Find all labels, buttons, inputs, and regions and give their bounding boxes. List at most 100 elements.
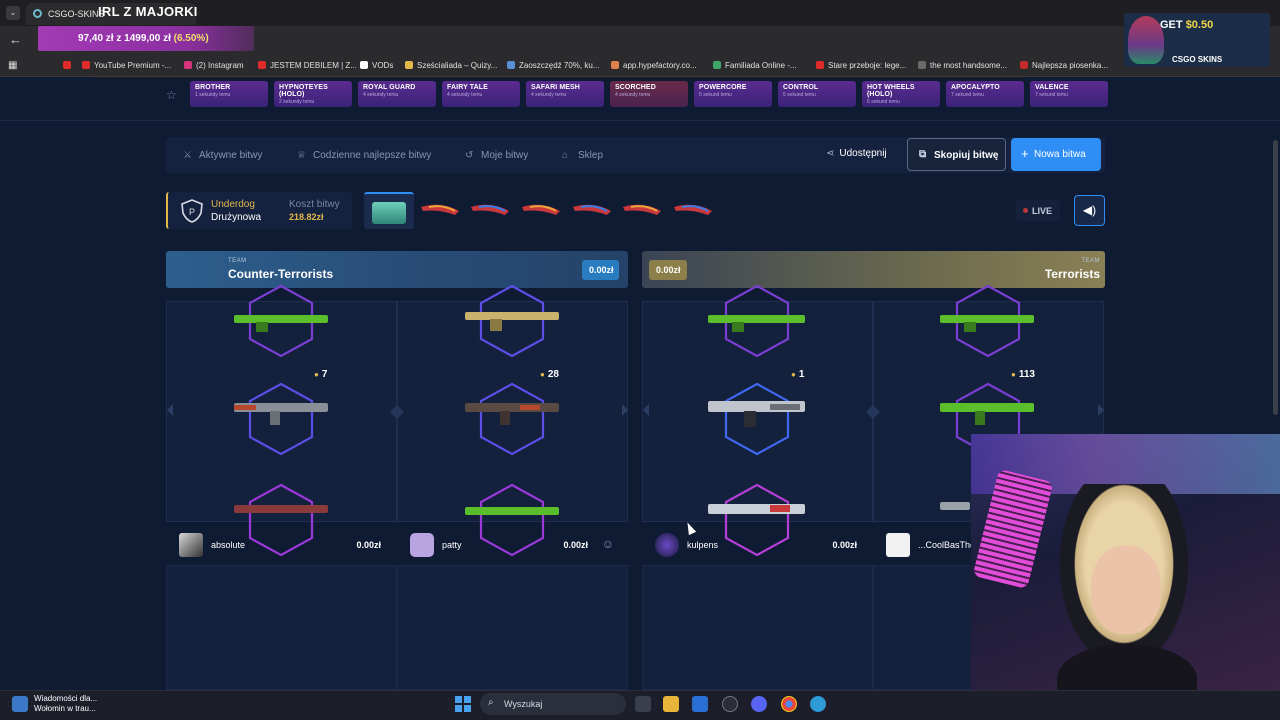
spinner-column bbox=[166, 301, 397, 522]
case-selected[interactable] bbox=[364, 192, 414, 229]
news-widget[interactable]: Wiadomości dla... Wołomin w trau... bbox=[34, 694, 97, 714]
tab-list-icon[interactable]: ⌄ bbox=[6, 6, 20, 20]
recent-battle-card[interactable]: HYPNOTEYES (HOLO) 2 sekundy temu bbox=[274, 81, 352, 107]
avatar bbox=[410, 533, 434, 557]
recent-battle-card[interactable]: VALENCE 7 sekund temu bbox=[1030, 81, 1108, 107]
team-ct-header: TEAM Counter-Terrorists 0.00zł bbox=[166, 251, 628, 288]
plus-icon: + bbox=[1021, 146, 1029, 161]
trophy-icon: ♕ bbox=[297, 150, 306, 161]
team-t-value: 0.00zł bbox=[649, 260, 687, 280]
nav-active-battles[interactable]: ⚔ Aktywne bitwy bbox=[183, 150, 262, 161]
knife-case-icon[interactable] bbox=[621, 201, 665, 219]
arrow-right-icon bbox=[1098, 404, 1104, 416]
basket-icon: ⌂ bbox=[562, 150, 569, 161]
chrome-icon[interactable] bbox=[781, 696, 797, 712]
avatar bbox=[179, 533, 203, 557]
discord-icon[interactable] bbox=[751, 696, 767, 712]
avatar bbox=[655, 533, 679, 557]
knife-case-icon[interactable] bbox=[419, 201, 463, 219]
streamer bbox=[1049, 484, 1199, 690]
store-icon[interactable] bbox=[692, 696, 708, 712]
copy-icon: ⧉ bbox=[919, 149, 927, 160]
arrow-left-icon bbox=[643, 404, 649, 416]
news-widget-icon[interactable] bbox=[12, 696, 28, 712]
scrollbar[interactable] bbox=[1273, 140, 1278, 415]
nav-my-battles[interactable]: ↺ Moje bitwy bbox=[465, 150, 528, 161]
taskbar-search[interactable]: ⌕ Wyszukaj bbox=[480, 693, 626, 715]
knife-case-icon[interactable] bbox=[469, 201, 513, 219]
bookmark-item[interactable]: VODs bbox=[360, 61, 393, 70]
header-divider bbox=[0, 120, 1280, 121]
item-price: 7 bbox=[314, 369, 328, 380]
recent-battle-card[interactable]: HOT WHEELS (HOLO) 6 sekund temu bbox=[862, 81, 940, 107]
tab-favicon-icon bbox=[33, 9, 42, 18]
player-slot[interactable]: absolute 0.00zł bbox=[166, 530, 397, 560]
speaker-icon: ◀) bbox=[1082, 203, 1097, 217]
bookmark-item[interactable]: Sześcialiada – Quizy... bbox=[405, 61, 497, 70]
item-price: 113 bbox=[1011, 369, 1035, 380]
player-name: patty bbox=[442, 540, 462, 550]
copy-battle-button[interactable]: ⧉ Skopiuj bitwę bbox=[907, 138, 1006, 171]
sponsor-logo: CSGO SKINS bbox=[1172, 55, 1223, 64]
recent-battle-card[interactable]: POWERCORE 5 sekund temu bbox=[694, 81, 772, 107]
battle-cost-label: Koszt bitwy bbox=[289, 199, 340, 210]
bookmark-item[interactable]: YouTube Premium -... bbox=[82, 61, 171, 70]
recent-battle-card[interactable]: ROYAL GUARD 4 sekundy temu bbox=[358, 81, 436, 107]
donation-goal-bar: 97,40 zł z 1499,00 zł (6.50%) bbox=[38, 26, 254, 51]
knife-case-icon[interactable] bbox=[672, 201, 716, 219]
spinner-column bbox=[397, 301, 628, 522]
team-ct-name: Counter-Terrorists bbox=[228, 267, 334, 281]
bookmark-item[interactable]: JESTEM DEBILEM | Z... bbox=[258, 61, 357, 70]
share-icon: ⋖ bbox=[826, 148, 835, 159]
recent-battle-card[interactable]: SAFARI MESH 4 sekundy temu bbox=[526, 81, 604, 107]
stream-title: IRL Z MAJORKI bbox=[98, 4, 198, 19]
empty-slot bbox=[397, 565, 628, 690]
bookmark-item[interactable]: Familiada Online -... bbox=[713, 61, 797, 70]
bookmark-item[interactable]: Zaoszczędź 70%, ku... bbox=[507, 61, 599, 70]
sound-toggle-button[interactable]: ◀) bbox=[1074, 195, 1105, 226]
player-slot[interactable]: patty 0.00zł ☺ bbox=[397, 530, 628, 560]
recent-battle-card[interactable]: FAIRY TALE 4 sekundy temu bbox=[442, 81, 520, 107]
spinner-column bbox=[642, 301, 873, 522]
case-image bbox=[372, 202, 406, 224]
browser-icon[interactable] bbox=[810, 696, 826, 712]
bookmark-item[interactable]: Stare przeboje: lege... bbox=[816, 61, 906, 70]
recent-battle-card[interactable]: BROTHER 1 sekundy temu bbox=[190, 81, 268, 107]
new-battle-button[interactable]: + Nowa bitwa bbox=[1011, 138, 1101, 171]
player-name: kulpens bbox=[687, 540, 719, 550]
bookmark-item[interactable]: (2) Instagram bbox=[184, 61, 244, 70]
bookmark-item[interactable]: the most handsome... bbox=[918, 61, 1007, 70]
recent-battle-card[interactable]: APOCALYPTO 7 sekund temu bbox=[946, 81, 1024, 107]
knife-case-icon[interactable] bbox=[571, 201, 615, 219]
bookmark-item[interactable]: Najlepsza piosenka... bbox=[1020, 61, 1108, 70]
arrow-left-icon bbox=[167, 404, 173, 416]
search-icon: ⌕ bbox=[488, 697, 494, 708]
swords-icon: ⚔ bbox=[183, 150, 192, 161]
back-icon[interactable]: ← bbox=[9, 32, 22, 47]
recent-battle-card[interactable]: CONTROL 5 sekund temu bbox=[778, 81, 856, 107]
battle-info-card: P Underdog Drużynowa Koszt bitwy 218.82z… bbox=[166, 192, 352, 229]
team-t-header: 0.00zł TEAM Terrorists bbox=[642, 251, 1105, 288]
bookmark-item[interactable] bbox=[63, 61, 75, 70]
recent-battle-card[interactable]: SCORCHED 4 sekundy temu bbox=[610, 81, 688, 107]
bookmark-item[interactable]: app.hypefactory.co... bbox=[611, 61, 697, 70]
nav-shop[interactable]: ⌂ Sklep bbox=[562, 150, 603, 161]
file-explorer-icon[interactable] bbox=[663, 696, 679, 712]
team-ct-value: 0.00zł bbox=[582, 260, 619, 280]
player-slot[interactable]: kulpens 0.00zł bbox=[642, 530, 873, 560]
item-price: 1 bbox=[791, 369, 805, 380]
player-value: 0.00zł bbox=[356, 540, 381, 550]
battle-mode: Underdog bbox=[211, 199, 255, 210]
task-view-icon[interactable] bbox=[635, 696, 651, 712]
player-value: 0.00zł bbox=[563, 540, 588, 550]
apps-icon[interactable]: ▦ bbox=[8, 60, 17, 71]
share-button[interactable]: ⋖ Udostępnij bbox=[826, 148, 887, 159]
battle-cost-value: 218.82zł bbox=[289, 212, 324, 222]
app-icon[interactable] bbox=[722, 696, 738, 712]
svg-text:P: P bbox=[189, 207, 195, 217]
nav-daily-best[interactable]: ♕ Codzienne najlepsze bitwy bbox=[297, 150, 431, 161]
start-icon[interactable] bbox=[455, 696, 471, 712]
emoji-icon[interactable]: ☺ bbox=[602, 537, 614, 551]
knife-case-icon[interactable] bbox=[520, 201, 564, 219]
favorite-star-icon[interactable]: ☆ bbox=[166, 88, 177, 102]
